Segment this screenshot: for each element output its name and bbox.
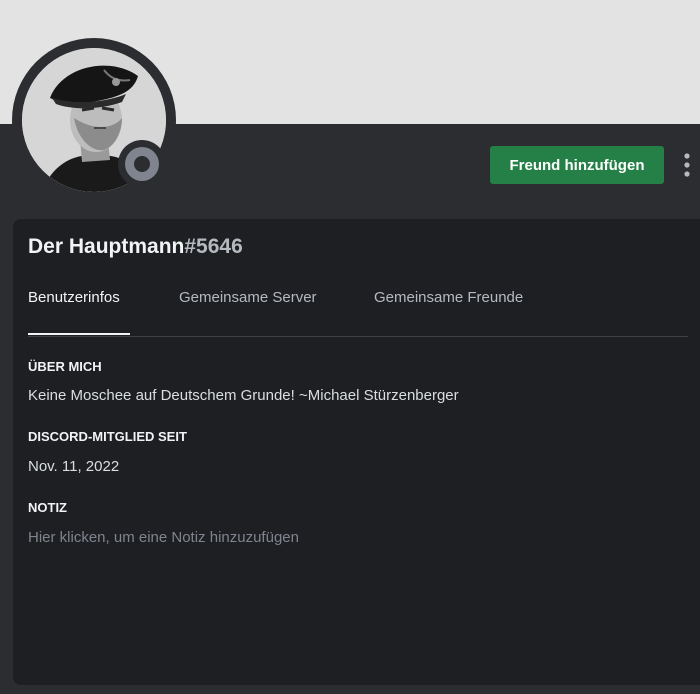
tab-mutual-friends[interactable]: Gemeinsame Freunde xyxy=(374,289,523,306)
active-tab-indicator xyxy=(28,333,130,335)
note-heading: NOTIZ xyxy=(28,500,67,515)
profile-tabs: Benutzerinfos Gemeinsame Server Gemeinsa… xyxy=(28,289,688,337)
about-me-heading: ÜBER MICH xyxy=(28,359,102,374)
tab-mutual-servers[interactable]: Gemeinsame Server xyxy=(179,289,317,306)
member-since-date: Nov. 11, 2022 xyxy=(28,458,120,475)
user-info-card: Der Hauptmann#5646 Benutzerinfos Gemeins… xyxy=(13,219,700,685)
offline-icon xyxy=(125,147,159,181)
note-input[interactable]: Hier klicken, um eine Notiz hinzuzufügen xyxy=(28,529,299,546)
more-options-button[interactable] xyxy=(676,150,698,180)
profile-name: Der Hauptmann#5646 xyxy=(28,235,243,259)
about-me-text: Keine Moschee auf Deutschem Grunde! ~Mic… xyxy=(28,387,459,404)
more-vertical-icon xyxy=(684,153,690,177)
member-since-heading: DISCORD-MITGLIED SEIT xyxy=(28,429,187,444)
add-friend-button[interactable]: Freund hinzufügen xyxy=(490,146,664,184)
username: Der Hauptmann xyxy=(28,235,185,258)
tab-user-info[interactable]: Benutzerinfos xyxy=(28,289,120,306)
discriminator: #5646 xyxy=(184,235,243,258)
